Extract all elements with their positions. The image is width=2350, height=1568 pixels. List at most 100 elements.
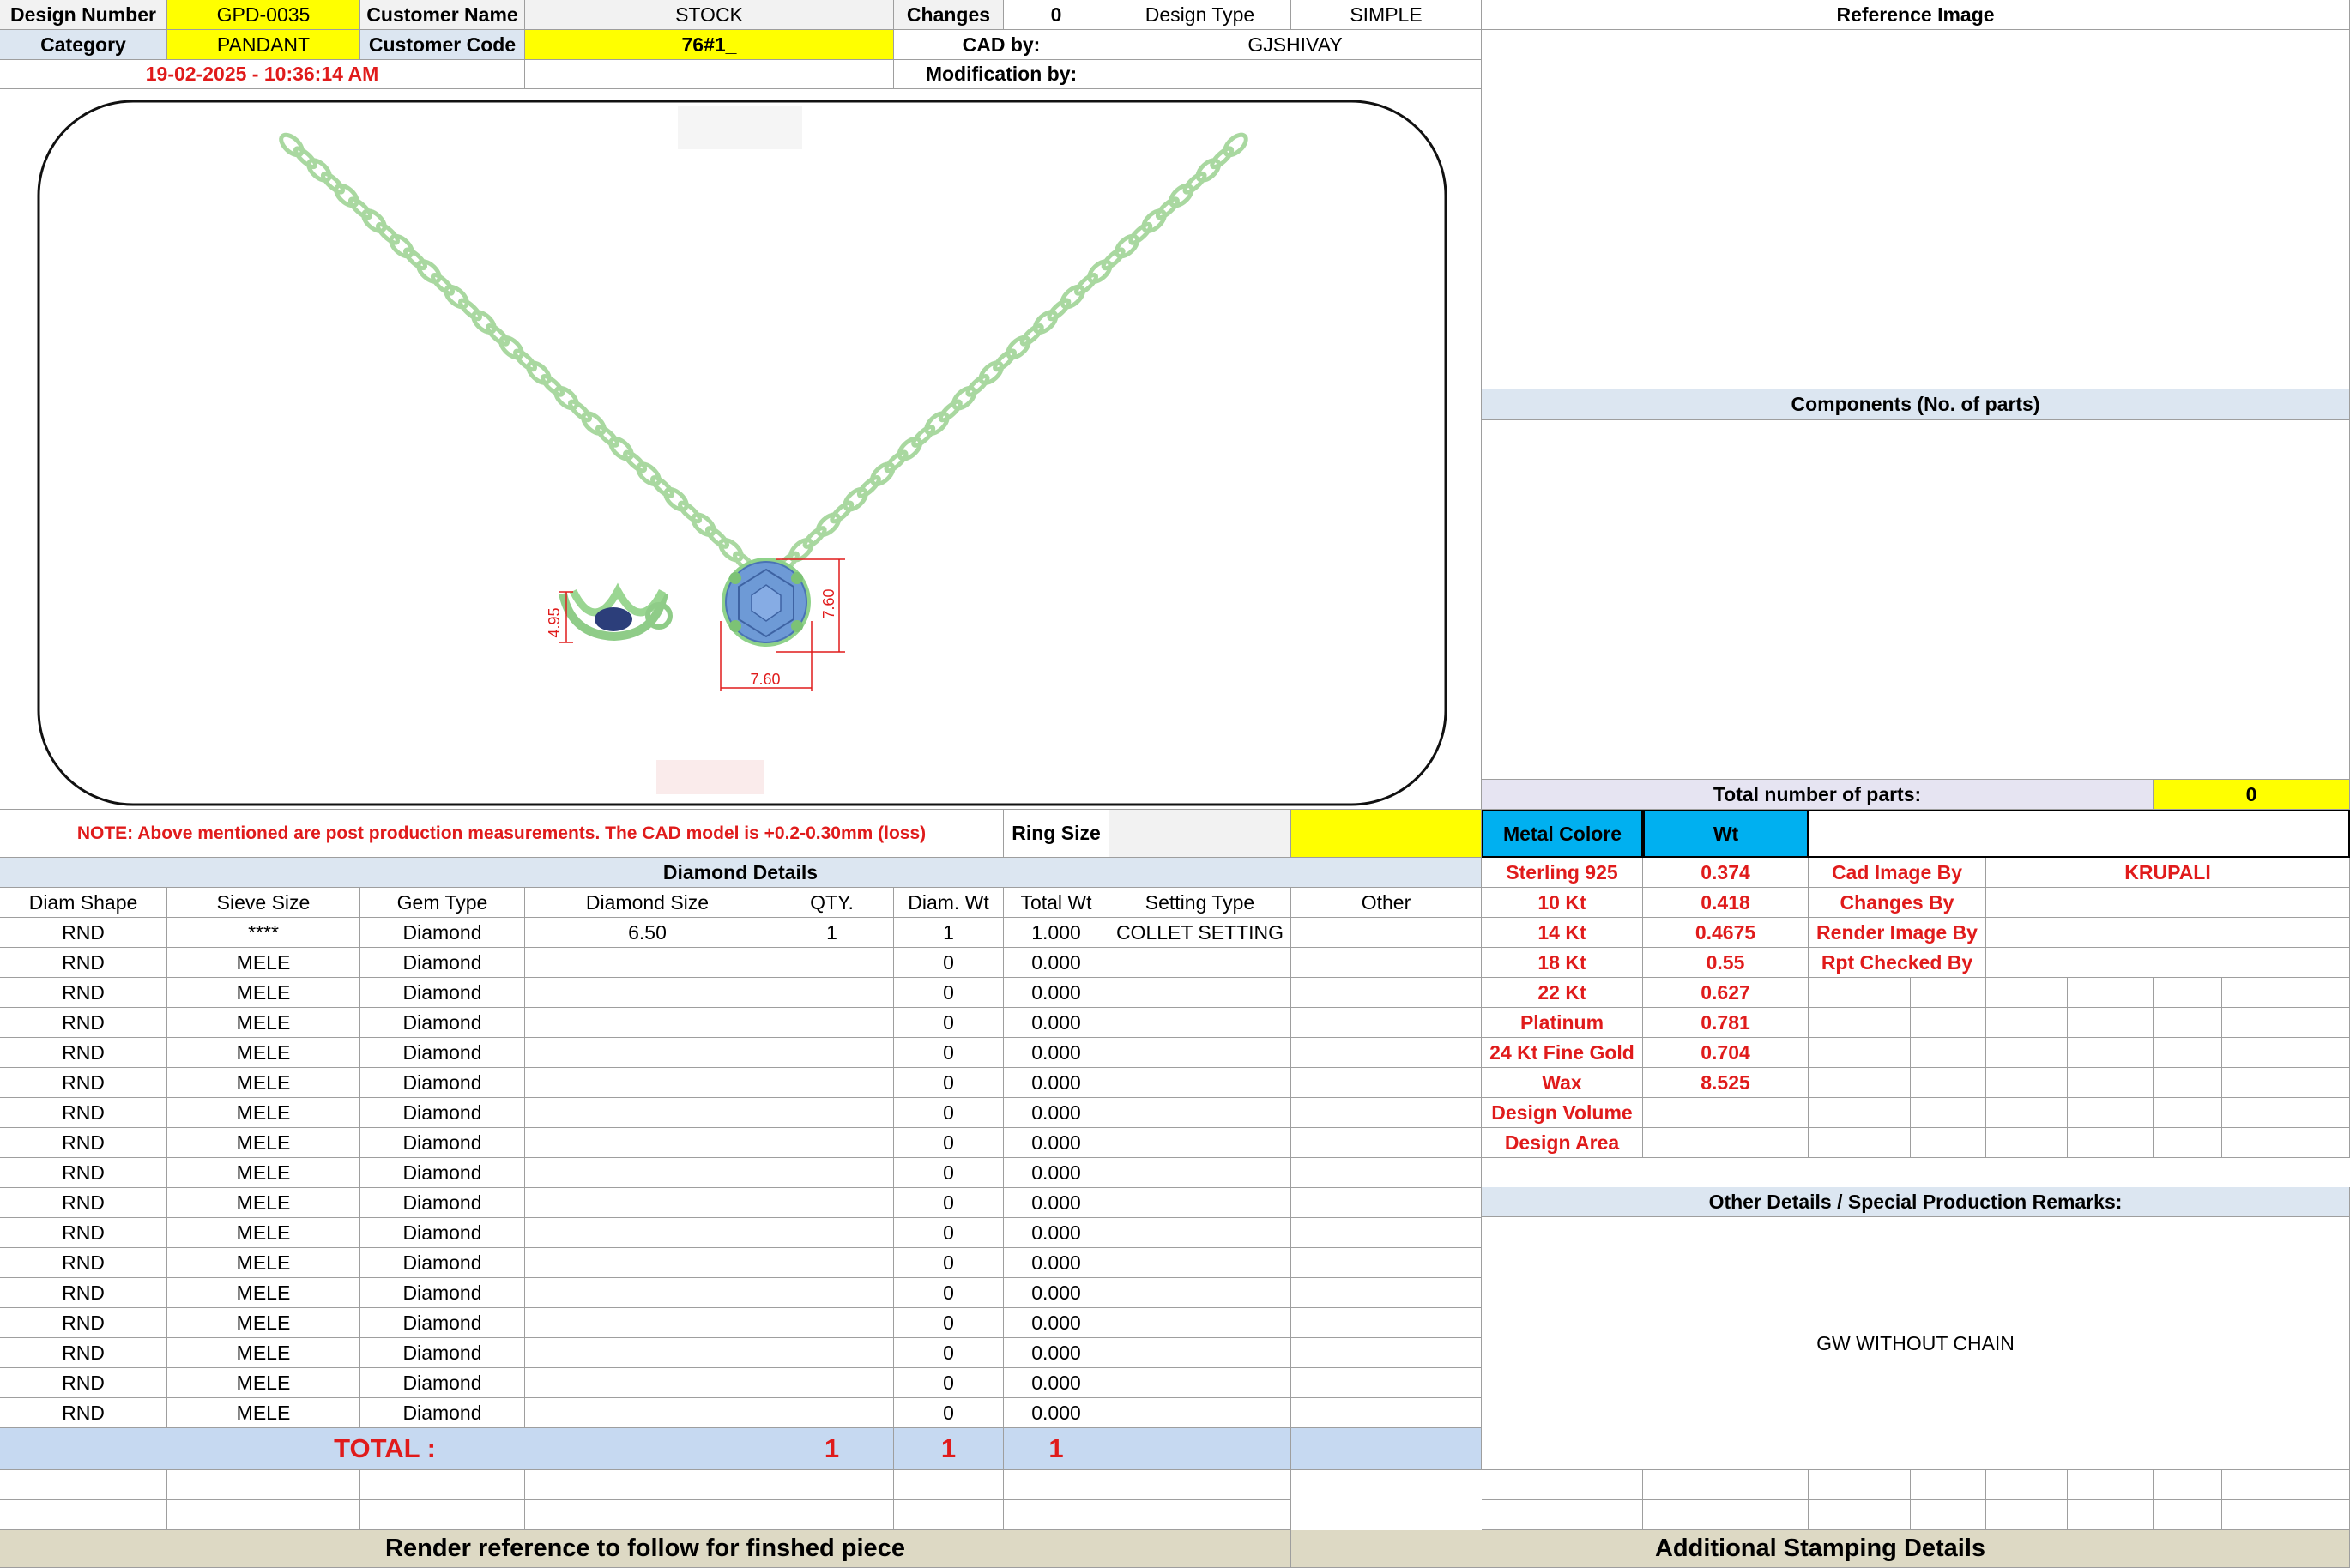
diamond-gem-type-cell[interactable]: Diamond [360,1398,525,1428]
empty-cell[interactable] [770,1470,894,1500]
diamond-sieve-size-cell[interactable]: MELE [167,1338,360,1368]
diamond-diamond-size-cell[interactable] [525,1398,770,1428]
empty-cell[interactable] [1809,1500,1911,1530]
diamond-diam-wt-cell[interactable]: 1 [894,918,1004,948]
diamond-diamond-size-cell[interactable] [525,1128,770,1158]
diamond-other-cell[interactable] [1291,1098,1482,1128]
metal-grid-cell[interactable] [2068,1068,2154,1098]
diamond-diam-wt-cell[interactable]: 0 [894,1278,1004,1308]
role-value-cell[interactable]: KRUPALI [1986,858,2350,888]
metal-grid-cell[interactable] [2154,1068,2222,1098]
diamond-diam-shape-cell[interactable]: RND [0,1158,167,1188]
diamond-diam-wt-cell[interactable]: 0 [894,1128,1004,1158]
diamond-setting-type-cell[interactable] [1109,1098,1291,1128]
metal-grid-cell[interactable] [2222,978,2350,1008]
diamond-diam-shape-cell[interactable]: RND [0,918,167,948]
customer-code-value[interactable]: 76#1_ [525,30,894,60]
diamond-total-wt-cell[interactable]: 0.000 [1004,1128,1109,1158]
metal-grid-cell[interactable] [1809,1038,1911,1068]
empty-cell[interactable] [894,1500,1004,1530]
diamond-gem-type-cell[interactable]: Diamond [360,948,525,978]
empty-cell[interactable] [1911,1500,1986,1530]
empty-cell[interactable] [2222,1500,2350,1530]
diamond-qty-cell[interactable] [770,1308,894,1338]
metal-grid-cell[interactable] [1809,978,1911,1008]
diamond-total-wt-cell[interactable]: 0.000 [1004,1398,1109,1428]
diamond-setting-type-cell[interactable] [1109,978,1291,1008]
diamond-diam-wt-cell[interactable]: 0 [894,1068,1004,1098]
diamond-diam-shape-cell[interactable]: RND [0,1038,167,1068]
diamond-diamond-size-cell[interactable] [525,978,770,1008]
metal-grid-cell[interactable] [1911,1038,1986,1068]
diamond-setting-type-cell[interactable] [1109,1278,1291,1308]
metal-grid-cell[interactable] [1809,1068,1911,1098]
diamond-other-cell[interactable] [1291,1068,1482,1098]
diamond-other-cell[interactable] [1291,1188,1482,1218]
diamond-diam-wt-cell[interactable]: 0 [894,978,1004,1008]
empty-cell[interactable] [1643,1470,1809,1500]
changes-value[interactable]: 0 [1004,0,1109,30]
metal-grid-cell[interactable] [2222,1068,2350,1098]
diamond-diam-shape-cell[interactable]: RND [0,948,167,978]
metal-grid-cell[interactable] [2222,1128,2350,1158]
diamond-diam-wt-cell[interactable]: 0 [894,1368,1004,1398]
diamond-qty-cell[interactable]: 1 [770,918,894,948]
metal-grid-cell[interactable] [1986,1068,2068,1098]
empty-cell[interactable] [1482,1470,1643,1500]
empty-cell[interactable] [2154,1470,2222,1500]
metal-grid-cell[interactable] [1986,1008,2068,1038]
metal-grid-cell[interactable] [1911,1008,1986,1038]
empty-cell[interactable] [2068,1470,2154,1500]
diamond-sieve-size-cell[interactable]: MELE [167,1128,360,1158]
metal-grid-cell[interactable] [2154,978,2222,1008]
diamond-qty-cell[interactable] [770,1368,894,1398]
metal-wt-cell[interactable]: 0.55 [1643,948,1809,978]
diamond-sieve-size-cell[interactable]: MELE [167,1308,360,1338]
diamond-diam-shape-cell[interactable]: RND [0,1068,167,1098]
diamond-diam-shape-cell[interactable]: RND [0,1218,167,1248]
diamond-qty-cell[interactable] [770,1098,894,1128]
diamond-diam-wt-cell[interactable]: 0 [894,1008,1004,1038]
empty-cell[interactable] [0,1470,167,1500]
empty-cell[interactable] [360,1470,525,1500]
diamond-total-wt-cell[interactable]: 0.000 [1004,1338,1109,1368]
empty-cell[interactable] [1643,1500,1809,1530]
metal-wt-cell[interactable] [1643,1098,1809,1128]
role-value-cell[interactable] [1986,948,2350,978]
diamond-gem-type-cell[interactable]: Diamond [360,1098,525,1128]
metal-wt-cell[interactable]: 0.418 [1643,888,1809,918]
metal-grid-cell[interactable] [1911,1068,1986,1098]
diamond-total-wt-cell[interactable]: 0.000 [1004,1098,1109,1128]
diamond-setting-type-cell[interactable] [1109,1038,1291,1068]
diamond-qty-cell[interactable] [770,1188,894,1218]
diamond-sieve-size-cell[interactable]: MELE [167,978,360,1008]
empty-cell[interactable] [1109,1470,1291,1500]
diamond-gem-type-cell[interactable]: Diamond [360,1008,525,1038]
empty-cell[interactable] [167,1470,360,1500]
metal-wt-cell[interactable] [1643,1128,1809,1158]
diamond-gem-type-cell[interactable]: Diamond [360,1188,525,1218]
empty-cell[interactable] [1004,1500,1109,1530]
diamond-setting-type-cell[interactable] [1109,1158,1291,1188]
diamond-gem-type-cell[interactable]: Diamond [360,1038,525,1068]
diamond-setting-type-cell[interactable] [1109,1308,1291,1338]
diamond-setting-type-cell[interactable] [1109,1068,1291,1098]
empty-cell[interactable] [1482,1500,1643,1530]
diamond-gem-type-cell[interactable]: Diamond [360,1368,525,1398]
diamond-diam-wt-cell[interactable]: 0 [894,948,1004,978]
total-parts-value[interactable]: 0 [2154,780,2350,810]
diamond-sieve-size-cell[interactable]: MELE [167,1398,360,1428]
diamond-gem-type-cell[interactable]: Diamond [360,978,525,1008]
category-value[interactable]: PANDANT [167,30,360,60]
design-number-value[interactable]: GPD-0035 [167,0,360,30]
diamond-total-wt-cell[interactable]: 0.000 [1004,1008,1109,1038]
diamond-sieve-size-cell[interactable]: MELE [167,1158,360,1188]
diamond-diam-shape-cell[interactable]: RND [0,1398,167,1428]
metal-grid-cell[interactable] [2222,1098,2350,1128]
diamond-diam-wt-cell[interactable]: 0 [894,1158,1004,1188]
diamond-qty-cell[interactable] [770,978,894,1008]
diamond-other-cell[interactable] [1291,978,1482,1008]
diamond-diamond-size-cell[interactable] [525,1278,770,1308]
diamond-diam-shape-cell[interactable]: RND [0,978,167,1008]
empty-cell[interactable] [2068,1500,2154,1530]
